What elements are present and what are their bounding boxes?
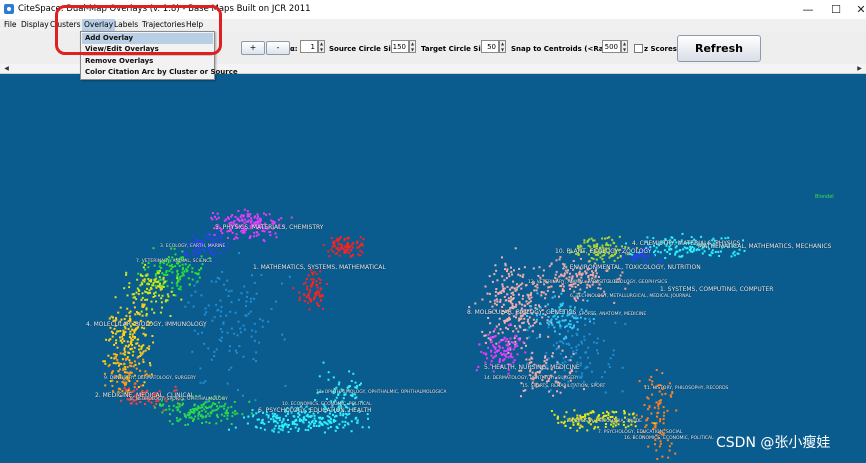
right-cluster-label-1: 1. SYSTEMS, COMPUTING, COMPUTER [660,286,774,293]
zoom-in-button[interactable]: + [241,41,265,55]
dual-map-plot [102,208,746,460]
right-cluster-label-2: 2. ENVIRONMENTAL, TOXICOLOGY, NUTRITION [562,264,701,271]
red-highlight-annotation [55,5,222,55]
dual-map-canvas[interactable]: Blondel 5. PHYSICS, MATERIALS, CHEMISTRY… [0,74,866,463]
menu-item-color-citation-arc[interactable]: Color Citation Arc by Cluster or Source [85,68,238,76]
z-scores-checkbox[interactable] [634,44,643,53]
menu-separator [83,55,212,56]
right-cluster-label-9: 9. SPORTS, ANATOMY, MEDICINE [573,312,647,317]
left-cluster-label-1: 1. MATHEMATICS, SYSTEMS, MATHEMATICAL [253,264,386,271]
menu-item-remove-overlays[interactable]: Remove Overlays [85,57,153,65]
menu-display[interactable]: Display [21,20,49,29]
snap-centroids-input[interactable]: 500 [602,40,621,53]
left-cluster-label-5: 5. PHYSICS, MATERIALS, CHEMISTRY [215,224,324,231]
csdn-watermark: CSDN @张小瘦娃 [716,435,831,451]
left-cluster-label-10: 10. ECONOMICS, ECONOMIC, POLITICAL [282,402,372,407]
z-scores-label: z Scores [644,45,677,53]
snap-centroids-spinner-arrows[interactable]: ▲ ▼ [621,40,628,53]
right-cluster-label-10: 10. PLANT, ECOLOGY, ZOOLOGY [555,248,652,255]
zoom-out-button[interactable]: - [266,41,290,55]
target-circle-spinner-arrows[interactable]: ▲ ▼ [499,40,506,53]
left-cluster-label-8: 8. NEUROLOGY, SPORTS, OPHTHALMOLOGY [130,397,228,402]
source-circle-spinner-arrows[interactable]: ▲ ▼ [409,40,416,53]
right-cluster-label-16: 16. ECONOMICS, ECONOMIC, POLITICAL [624,436,714,441]
left-cluster-label-3: 3. ECOLOGY, EARTH, MARINE [160,244,226,249]
right-cluster-label-5: 5. HEALTH, NURSING, MEDICINE [484,364,580,371]
citespace-app-icon [4,4,14,14]
left-cluster-label-9: 9. DENTISTRY, DERMATOLOGY, SURGERY [104,376,196,381]
right-cluster-label-8: 8. MOLECULAR, BIOLOGY, GENETICS [467,309,577,316]
refresh-button[interactable]: Refresh [677,35,761,62]
right-cluster-label-15: 15. SPORTS, REHABILITATION, SPORT [522,384,606,389]
minimize-button[interactable]: — [795,0,821,19]
left-cluster-label-6: 6. PSYCHOLOGY, EDUCATION, HEALTH [258,407,372,414]
menu-file[interactable]: File [4,20,17,29]
source-circle-input[interactable]: 150 [391,40,409,53]
legend-text: Blondel [815,194,834,200]
maximize-button[interactable]: ☐ [823,0,849,19]
alpha-input[interactable]: 1 [300,40,318,53]
left-cluster-label-4: 4. MOLECULAR, BIOLOGY, IMMUNOLOGY [86,321,207,328]
left-cluster-label-11: 11. OPHTHALMOLOGY, OPHTHALMIC, OPHTHALMO… [316,390,447,395]
alpha-label: α: [290,45,298,53]
right-cluster-label-3: 3. GEOLOGY, GEOPHYSICS [608,280,668,285]
left-cluster-label-7: 7. VETERINARY, ANIMAL, SCIENCE [136,259,213,264]
right-cluster-label-13: 13. REVISTA, PSICOLOGIA, SAUDE [566,419,643,424]
alpha-spinner-arrows[interactable]: ▲ ▼ [318,40,325,53]
right-cluster-label-14: 14. DERMATOLOGY, DENTISTRY, SURGERY [484,376,579,381]
target-circle-input[interactable]: 50 [481,40,499,53]
right-cluster-label-7: 7. PSYCHOLOGY, EDUCATION, SOCIAL [598,430,683,435]
right-cluster-label-6: 6. TECHNOLOGY, METALLURGICAL, MEDICAL JO… [570,294,692,299]
scroll-right-icon[interactable]: ▶ [855,64,864,73]
close-button[interactable]: ✕ [848,0,866,19]
scroll-left-icon[interactable]: ◀ [2,64,11,73]
right-cluster-label-math: MATHEMATICAL, MATHEMATICS, MECHANICS [698,243,832,250]
right-cluster-label-11: 11. HISTORY, PHILOSOPHY, RECORDS [644,386,729,391]
